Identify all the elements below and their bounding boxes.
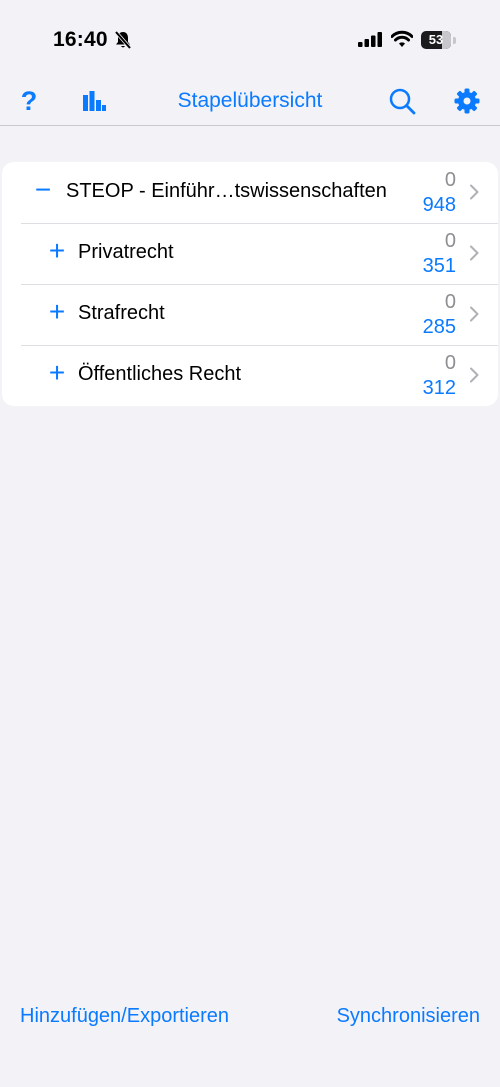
collapse-icon[interactable]: −	[32, 176, 54, 204]
cog-icon	[454, 88, 480, 114]
deck-row[interactable]: + Strafrecht 0 285	[2, 284, 498, 345]
gear-icon[interactable]	[452, 84, 482, 118]
expand-icon[interactable]: +	[46, 298, 68, 326]
magnifier-icon	[389, 88, 416, 115]
status-time: 16:40	[53, 28, 108, 51]
due-count: 0	[444, 291, 456, 313]
bell-slash-icon	[114, 30, 132, 50]
due-count: 0	[444, 169, 456, 191]
new-count: 948	[422, 194, 456, 216]
deck-row[interactable]: + Öffentliches Recht 0 312	[2, 345, 498, 406]
expand-icon[interactable]: +	[46, 237, 68, 265]
bottom-toolbar: Hinzufügen/Exportieren Synchronisieren	[0, 1000, 500, 1040]
battery-level: 53	[428, 32, 444, 47]
expand-icon[interactable]: +	[46, 359, 68, 387]
wifi-icon	[391, 30, 413, 47]
sync-button[interactable]: Synchronisieren	[337, 1005, 480, 1028]
battery-icon: 53	[421, 31, 451, 49]
chevron-right-icon	[470, 184, 479, 200]
signal-icon	[358, 32, 382, 47]
chevron-right-icon	[470, 367, 479, 383]
deck-list: − STEOP - Einführ…tswissenschaften 0 948…	[2, 162, 498, 406]
deck-name: Strafrecht	[78, 302, 165, 324]
due-count: 0	[444, 230, 456, 252]
new-count: 285	[422, 316, 456, 338]
search-icon[interactable]	[386, 84, 418, 118]
bar-chart-icon	[83, 91, 106, 111]
stats-icon[interactable]	[80, 84, 108, 118]
chevron-right-icon	[470, 306, 479, 322]
due-count: 0	[444, 352, 456, 374]
deck-name: Öffentliches Recht	[78, 363, 242, 385]
status-bar: 16:40 53	[0, 0, 500, 80]
add-export-button[interactable]: Hinzufügen/Exportieren	[20, 1005, 229, 1028]
deck-name: Privatrecht	[78, 241, 174, 263]
deck-name: STEOP - Einführ…tswissenschaften	[66, 180, 387, 202]
navigation-bar: ? Stapelübersicht	[0, 80, 500, 126]
help-icon[interactable]: ?	[16, 84, 42, 118]
new-count: 312	[422, 377, 456, 399]
page-title: Stapelübersicht	[177, 89, 323, 112]
new-count: 351	[422, 255, 456, 277]
battery-tip	[453, 37, 456, 44]
deck-row[interactable]: + Privatrecht 0 351	[2, 223, 498, 284]
deck-row[interactable]: − STEOP - Einführ…tswissenschaften 0 948	[2, 162, 498, 223]
chevron-right-icon	[470, 245, 479, 261]
